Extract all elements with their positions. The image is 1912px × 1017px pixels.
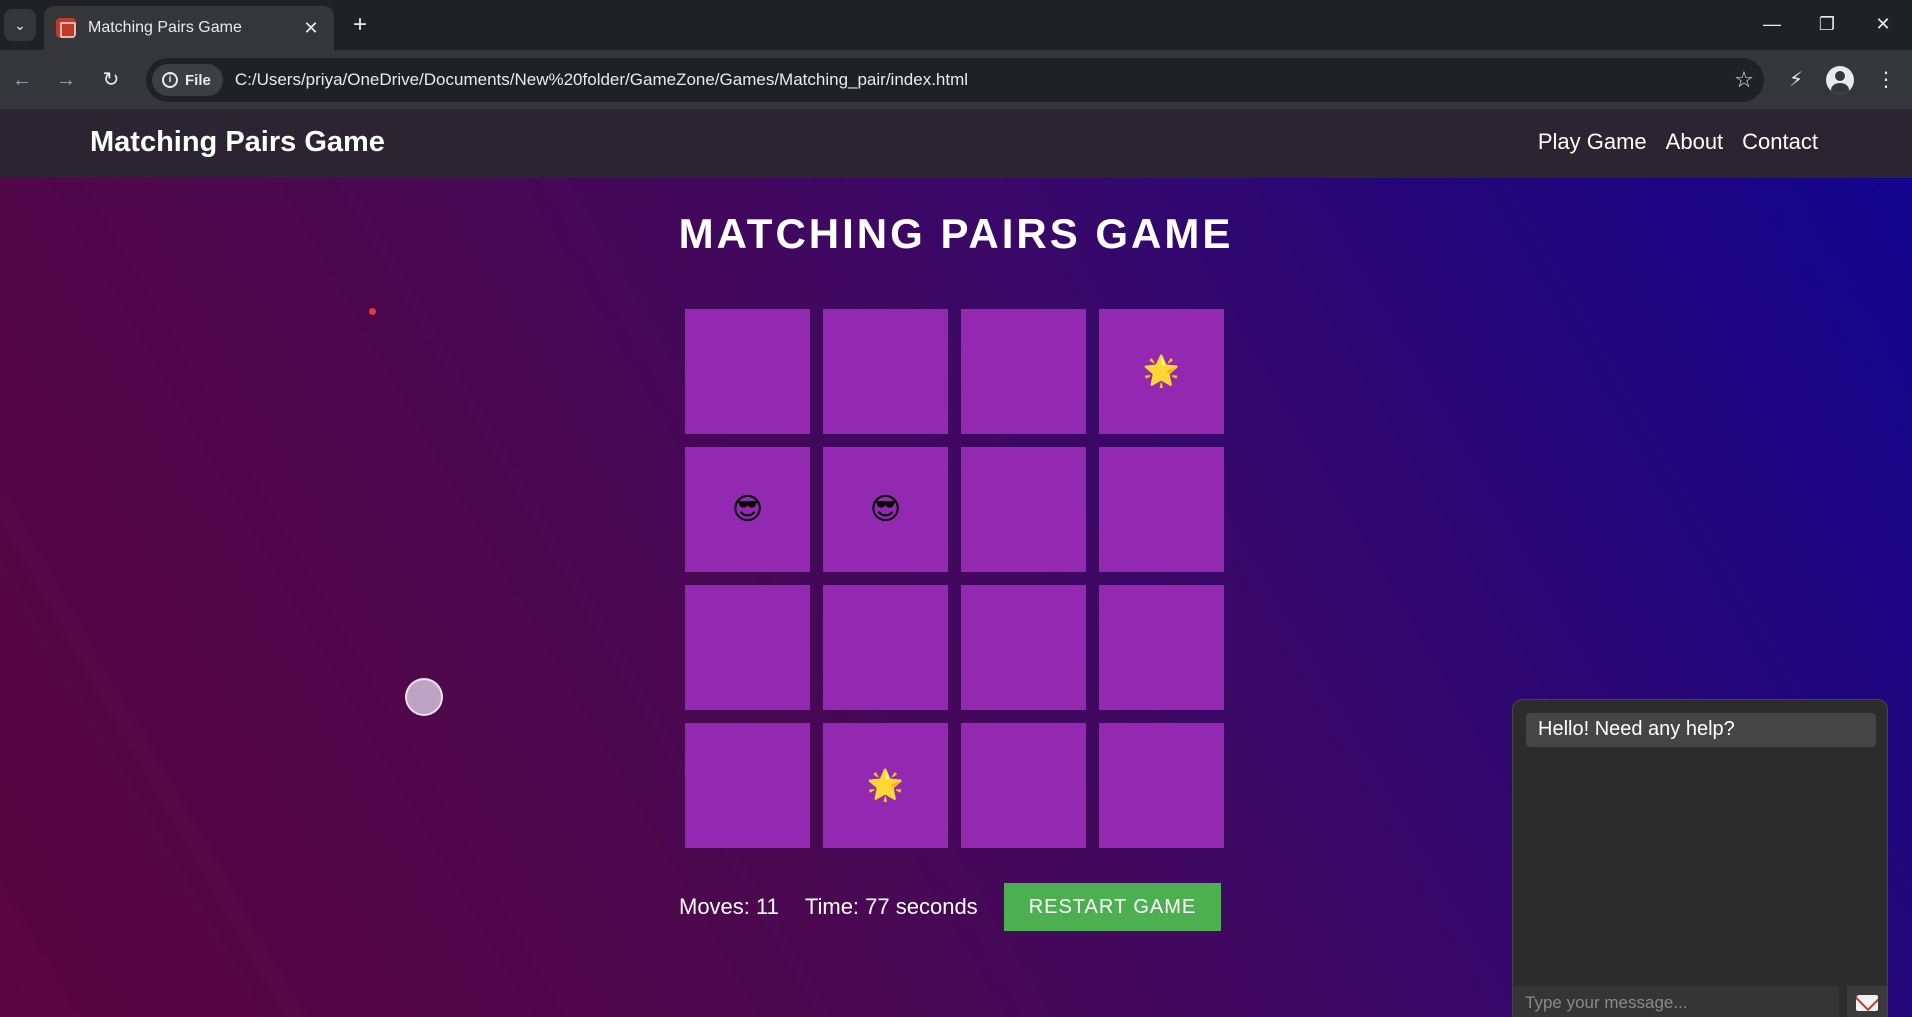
new-tab-button[interactable]: + xyxy=(346,11,374,39)
chat-message-input[interactable] xyxy=(1513,986,1839,1017)
info-icon: i xyxy=(162,72,178,88)
card-8[interactable] xyxy=(1099,447,1224,572)
browser-tab[interactable]: Matching Pairs Game ✕ xyxy=(44,6,334,50)
card-12[interactable] xyxy=(1099,585,1224,710)
address-bar[interactable]: i File C:/Users/priya/OneDrive/Documents… xyxy=(146,58,1764,102)
profile-avatar-icon[interactable] xyxy=(1826,66,1854,94)
nav-contact[interactable]: Contact xyxy=(1742,129,1818,155)
site-nav: Play Game About Contact xyxy=(1538,129,1818,155)
game-stats: Moves: 11 Time: 77 seconds RESTART GAME xyxy=(679,883,1222,931)
close-window-button[interactable]: ✕ xyxy=(1860,8,1906,40)
mail-icon xyxy=(1856,995,1878,1011)
game-title: MATCHING PAIRS GAME xyxy=(678,210,1234,257)
browser-toolbar: ← → ↻ i File C:/Users/priya/OneDrive/Doc… xyxy=(0,50,1912,109)
card-5[interactable]: 😎 xyxy=(685,447,810,572)
minimize-button[interactable]: — xyxy=(1749,8,1795,40)
forward-icon[interactable]: → xyxy=(50,64,82,96)
card-15[interactable] xyxy=(961,723,1086,848)
site-chip-label: File xyxy=(185,71,211,89)
game-board: 🌟 😎 😎 🌟 xyxy=(685,309,1224,848)
chat-greeting-message: Hello! Need any help? xyxy=(1526,713,1876,747)
chat-widget: Hello! Need any help? xyxy=(1512,699,1888,1017)
card-1[interactable] xyxy=(685,309,810,434)
card-16[interactable] xyxy=(1099,723,1224,848)
red-dot xyxy=(369,308,376,315)
card-10[interactable] xyxy=(823,585,948,710)
cursor-circle xyxy=(405,678,443,716)
url-text[interactable]: C:/Users/priya/OneDrive/Documents/New%20… xyxy=(235,70,1724,90)
chat-send-button[interactable] xyxy=(1847,986,1887,1017)
card-2[interactable] xyxy=(823,309,948,434)
reload-icon[interactable]: ↻ xyxy=(95,64,127,96)
card-4[interactable]: 🌟 xyxy=(1099,309,1224,434)
bookmark-star-icon[interactable]: ☆ xyxy=(1724,67,1764,93)
card-7[interactable] xyxy=(961,447,1086,572)
nav-play-game[interactable]: Play Game xyxy=(1538,129,1647,155)
back-icon[interactable]: ← xyxy=(6,64,38,96)
site-header: Matching Pairs Game Play Game About Cont… xyxy=(0,109,1912,178)
favicon-icon xyxy=(56,18,76,38)
site-info-chip[interactable]: i File xyxy=(152,64,223,96)
menu-icon[interactable]: ⋮ xyxy=(1870,64,1902,96)
page-viewport: Matching Pairs Game Play Game About Cont… xyxy=(0,109,1912,1017)
card-3[interactable] xyxy=(961,309,1086,434)
extension-icon[interactable]: ⚡ xyxy=(1780,64,1812,96)
card-9[interactable] xyxy=(685,585,810,710)
tab-list-button[interactable]: ⌄ xyxy=(4,9,36,41)
restore-button[interactable]: ❐ xyxy=(1804,8,1850,40)
card-11[interactable] xyxy=(961,585,1086,710)
browser-tab-bar: ⌄ Matching Pairs Game ✕ + — ❐ ✕ xyxy=(0,0,1912,50)
tab-title: Matching Pairs Game xyxy=(88,19,242,36)
card-14[interactable]: 🌟 xyxy=(823,723,948,848)
time-counter: Time: 77 seconds xyxy=(804,894,978,919)
card-13[interactable] xyxy=(685,723,810,848)
moves-counter: Moves: 11 xyxy=(679,894,779,919)
card-6[interactable]: 😎 xyxy=(823,447,948,572)
nav-about[interactable]: About xyxy=(1666,129,1724,155)
tab-close-icon[interactable]: ✕ xyxy=(300,18,322,39)
restart-button[interactable]: RESTART GAME xyxy=(1003,883,1222,931)
site-title: Matching Pairs Game xyxy=(90,126,385,158)
